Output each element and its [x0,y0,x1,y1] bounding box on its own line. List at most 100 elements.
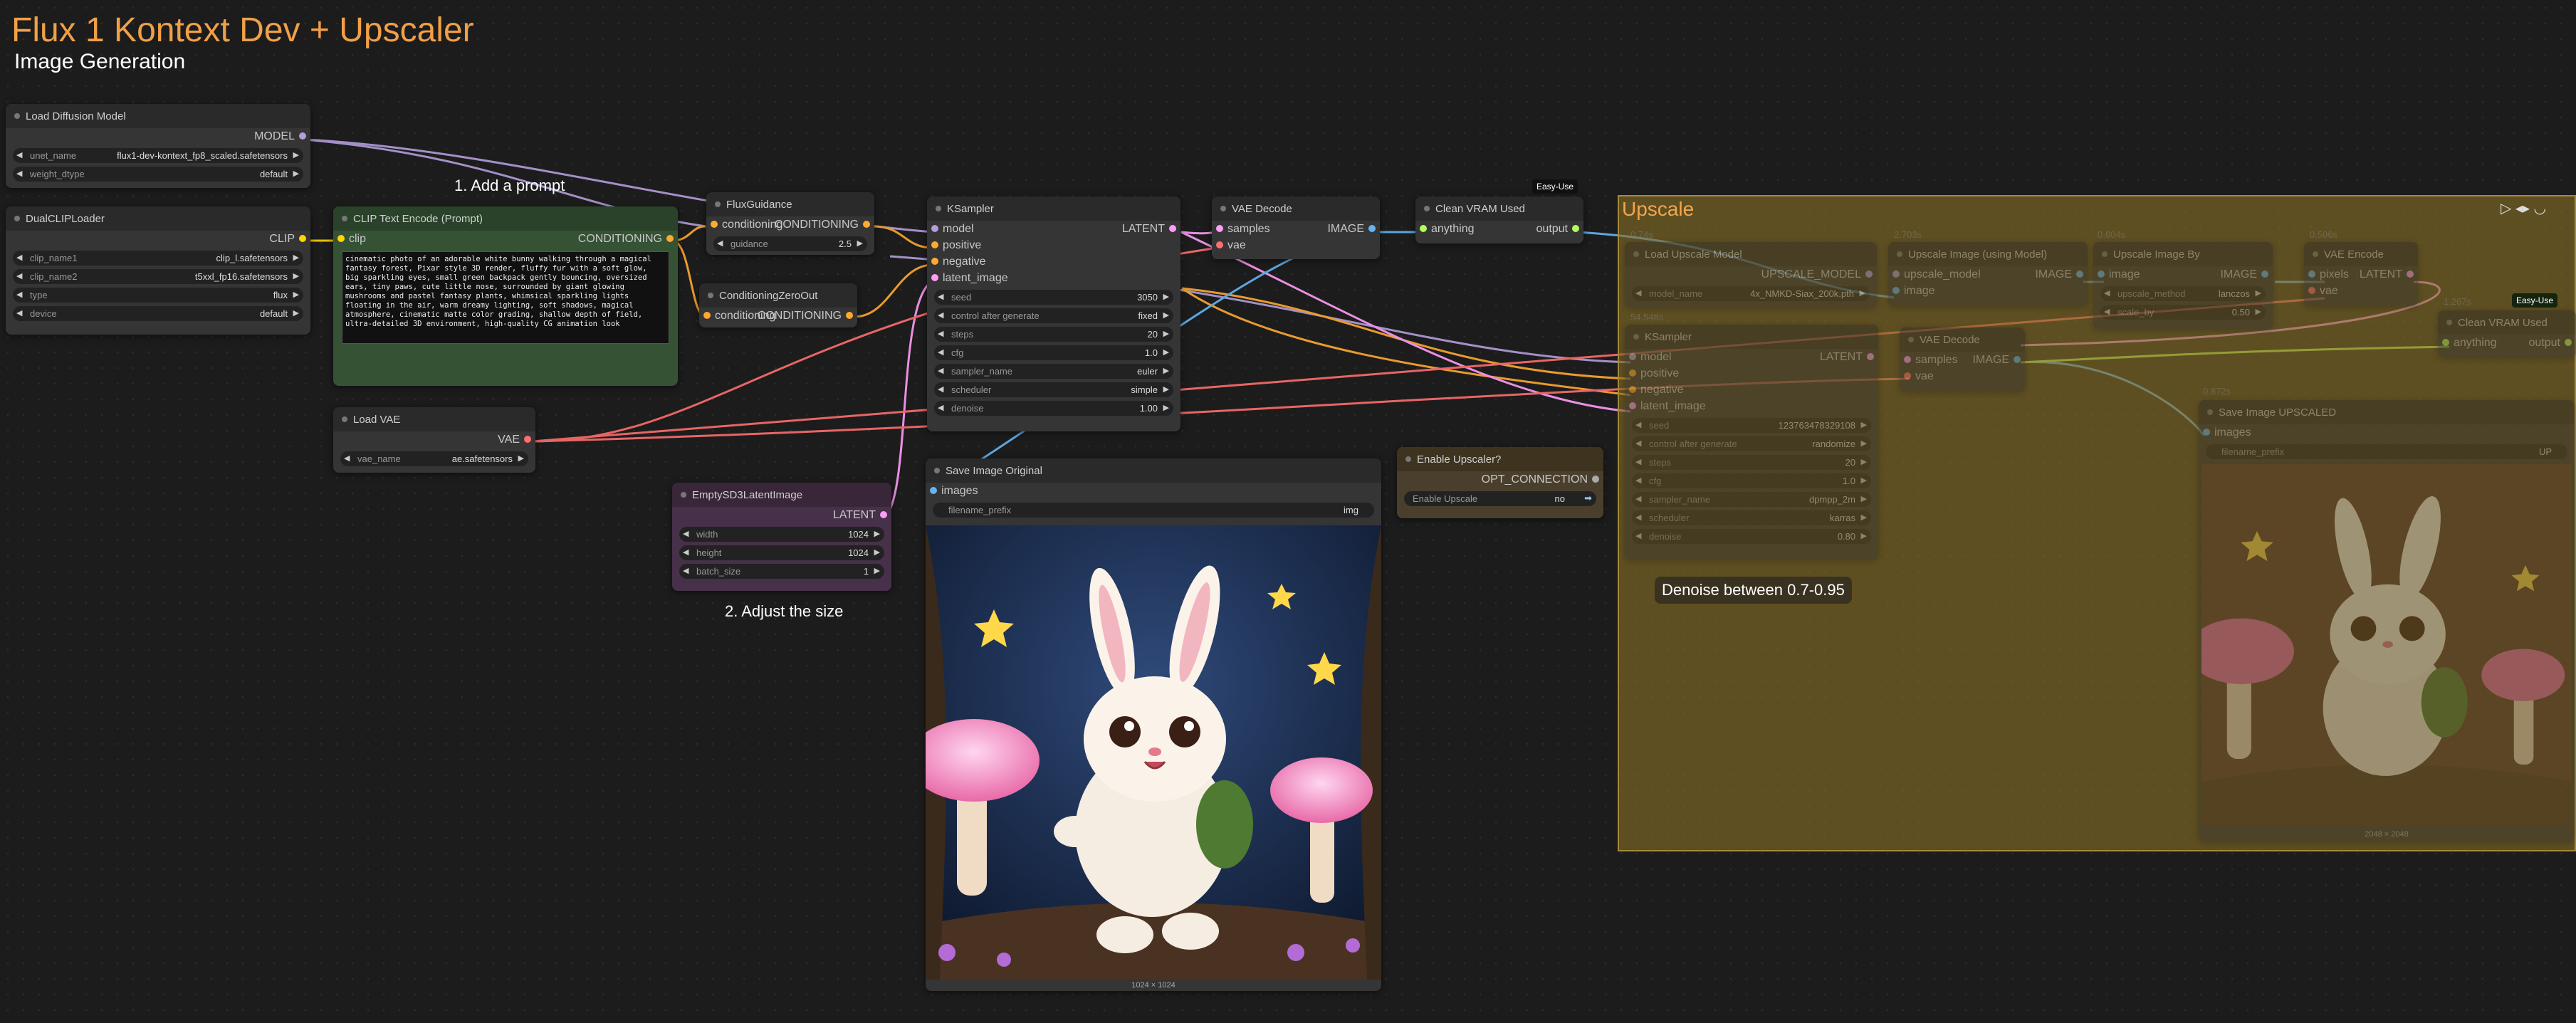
vae-name-select[interactable]: ◀ vae_name ae.safetensors ▶ [340,451,528,466]
node-title[interactable]: Enable Upscaler? [1397,447,1603,471]
node-title[interactable]: VAE Decode [1212,196,1380,221]
node-title[interactable]: FluxGuidance [706,192,874,216]
input-positive[interactable]: positive [927,237,1180,253]
scheduler-select[interactable]: ◀ scheduler simple ▶ [934,382,1173,397]
input-images[interactable]: images [926,483,1381,499]
width-field[interactable]: ◀ width 1024 ▶ [679,527,884,542]
node-title[interactable]: Load Diffusion Model [6,104,310,128]
node-title[interactable]: DualCLIPLoader [6,206,310,231]
node-title[interactable]: VAE Decode [1900,327,2025,352]
input-negative[interactable]: negative [927,253,1180,270]
node-title[interactable]: VAE Encode [2304,242,2418,266]
input-vae[interactable]: vae [1212,237,1380,253]
control-after-generate-select[interactable]: ◀ control after generate randomize ▶ [1632,436,1871,451]
node-title[interactable]: Load Upscale Model [1625,242,1877,266]
node-title[interactable]: EmptySD3LatentImage [672,483,891,507]
node-empty-latent-image[interactable]: EmptySD3LatentImage LATENT ◀ width 1024 ▶ ◀… [672,483,891,591]
weight-dtype-select[interactable]: ◀ weight_dtype default ▶ [13,167,303,182]
node-clean-vram-used[interactable]: Clean VRAM Used anything output [1415,196,1583,243]
input-samples[interactable]: samples IMAGE [1900,352,2025,368]
node-upscale-image-by[interactable]: Upscale Image By image IMAGE ◀ upscale_met… [2093,242,2273,329]
clip-name1-select[interactable]: ◀ clip_name1 clip_l.safetensors ▶ [13,251,303,266]
sampler-name-select[interactable]: ◀ sampler_name euler ▶ [934,364,1173,379]
input-pixels[interactable]: pixels LATENT [2304,266,2418,283]
denoise-field[interactable]: ◀ denoise 1.00 ▶ [934,401,1173,416]
input-model[interactable]: model LATENT [1625,349,1878,365]
input-vae[interactable]: vae [2304,283,2418,299]
unet-name-select[interactable]: ◀ unet_name flux1-dev-kontext_fp8_scaled.s… [13,148,303,163]
batch-size-field[interactable]: ◀ batch_size 1 ▶ [679,564,884,579]
filename-prefix-field[interactable]: filename_prefix img [933,503,1374,518]
node-enable-upscaler[interactable]: Enable Upscaler? OPT_CONNECTION Enable U… [1397,447,1603,518]
node-clip-text-encode[interactable]: CLIP Text Encode (Prompt) clip CONDITIONI… [333,206,678,386]
node-clean-vram-used-upscale[interactable]: Clean VRAM Used anything output [2438,310,2576,357]
node-dual-clip-loader[interactable]: DualCLIPLoader CLIP ◀ clip_name1 clip_l.sa… [6,206,310,335]
node-title[interactable]: Upscale Image By [2093,242,2273,266]
cfg-field[interactable]: ◀ cfg 1.0 ▶ [934,345,1173,360]
input-conditioning[interactable]: conditioning CONDITIONING [699,308,857,324]
node-title[interactable]: CLIP Text Encode (Prompt) [333,206,678,231]
input-image[interactable]: image [1888,283,2088,299]
node-save-image-original[interactable]: Save Image Original images filename_pref… [926,458,1381,991]
input-images[interactable]: images [2199,424,2575,441]
node-upscale-image-using-model[interactable]: Upscale Image (using Model) upscale_mode… [1888,242,2088,306]
node-conditioning-zero-out[interactable]: ConditioningZeroOut conditioning CONDITIO… [699,283,857,327]
input-image[interactable]: image IMAGE [2093,266,2273,283]
node-title[interactable]: ConditioningZeroOut [699,283,857,308]
toggle-arrow-icon[interactable]: ➡ [1584,493,1592,504]
node-title[interactable]: Clean VRAM Used [2438,310,2576,335]
clip-name2-select[interactable]: ◀ clip_name2 t5xxl_fp16.safetensors ▶ [13,269,303,284]
cfg-field[interactable]: ◀ cfg 1.0 ▶ [1632,473,1871,488]
group-controls-icon[interactable]: ▷ ◂▸ ◡ [2501,199,2546,217]
type-select[interactable]: ◀ type flux ▶ [13,288,303,303]
control-after-generate-select[interactable]: ◀ control after generate fixed ▶ [934,308,1173,323]
input-anything[interactable]: anything output [1415,221,1583,237]
enable-upscale-toggle[interactable]: Enable Upscale no ➡ [1404,491,1596,506]
node-title[interactable]: Load VAE [333,407,535,431]
device-select[interactable]: ◀ device default ▶ [13,306,303,321]
scheduler-select[interactable]: ◀ scheduler karras ▶ [1632,510,1871,525]
sampler-name-select[interactable]: ◀ sampler_name dpmpp_2m ▶ [1632,492,1871,507]
node-vae-decode-upscale[interactable]: VAE Decode samples IMAGE vae [1900,327,2025,392]
group-title[interactable]: Upscale [1622,198,1694,221]
output-upscale-model[interactable]: UPSCALE_MODEL [1625,266,1877,283]
seed-field[interactable]: ◀ seed 3050 ▶ [934,290,1173,305]
node-title[interactable]: KSampler [1625,325,1878,349]
input-vae[interactable]: vae [1900,368,2025,384]
node-load-vae[interactable]: Load VAE VAE ◀ vae_name ae.safetensors ▶ [333,407,535,473]
node-title[interactable]: Clean VRAM Used [1415,196,1583,221]
node-title[interactable]: Save Image UPSCALED [2199,400,2575,424]
height-field[interactable]: ◀ height 1024 ▶ [679,545,884,560]
node-load-upscale-model[interactable]: Load Upscale Model UPSCALE_MODEL ◀ model_… [1625,242,1877,308]
model-name-select[interactable]: ◀ model_name 4x_NMKD-Siax_200k.pth ▶ [1632,286,1870,301]
output-opt-connection[interactable]: OPT_CONNECTION [1397,471,1603,488]
input-samples[interactable]: samples IMAGE [1212,221,1380,237]
preview-image-upscaled[interactable] [2201,464,2572,826]
preview-image-original[interactable] [926,525,1381,980]
node-title[interactable]: Upscale Image (using Model) [1888,242,2088,266]
upscale-method-select[interactable]: ◀ upscale_method lanczos ▶ [2100,286,2266,301]
input-upscale-model[interactable]: upscale_model IMAGE [1888,266,2088,283]
output-model[interactable]: MODEL [6,128,310,145]
input-negative[interactable]: negative [1625,382,1878,398]
seed-field[interactable]: ◀ seed 123763478329108 ▶ [1632,418,1871,433]
node-title[interactable]: KSampler [927,196,1180,221]
node-save-image-upscaled[interactable]: Save Image UPSCALED images filename_pref… [2199,400,2575,841]
input-latent-image[interactable]: latent_image [1625,398,1878,414]
input-anything[interactable]: anything output [2438,335,2576,351]
input-positive[interactable]: positive [1625,365,1878,382]
input-clip[interactable]: clip CONDITIONING [333,231,678,247]
output-vae[interactable]: VAE [333,431,535,448]
node-load-diffusion-model[interactable]: Load Diffusion Model MODEL ◀ unet_name flu… [6,104,310,188]
guidance-field[interactable]: ◀ guidance 2.5 ▶ [713,236,867,251]
output-clip[interactable]: CLIP [6,231,310,247]
node-flux-guidance[interactable]: FluxGuidance conditioning CONDITIONING ◀ g… [706,192,874,255]
steps-field[interactable]: ◀ steps 20 ▶ [934,327,1173,342]
filename-prefix-field[interactable]: filename_prefix UP [2206,444,2567,459]
input-latent-image[interactable]: latent_image [927,270,1180,286]
node-vae-encode[interactable]: VAE Encode pixels LATENT vae [2304,242,2418,306]
prompt-textarea[interactable]: cinematic photo of an adorable white bun… [342,251,669,344]
steps-field[interactable]: ◀ steps 20 ▶ [1632,455,1871,470]
node-ksampler-upscale[interactable]: KSampler model LATENT positive negative l… [1625,325,1878,560]
node-vae-decode[interactable]: VAE Decode samples IMAGE vae [1212,196,1380,259]
